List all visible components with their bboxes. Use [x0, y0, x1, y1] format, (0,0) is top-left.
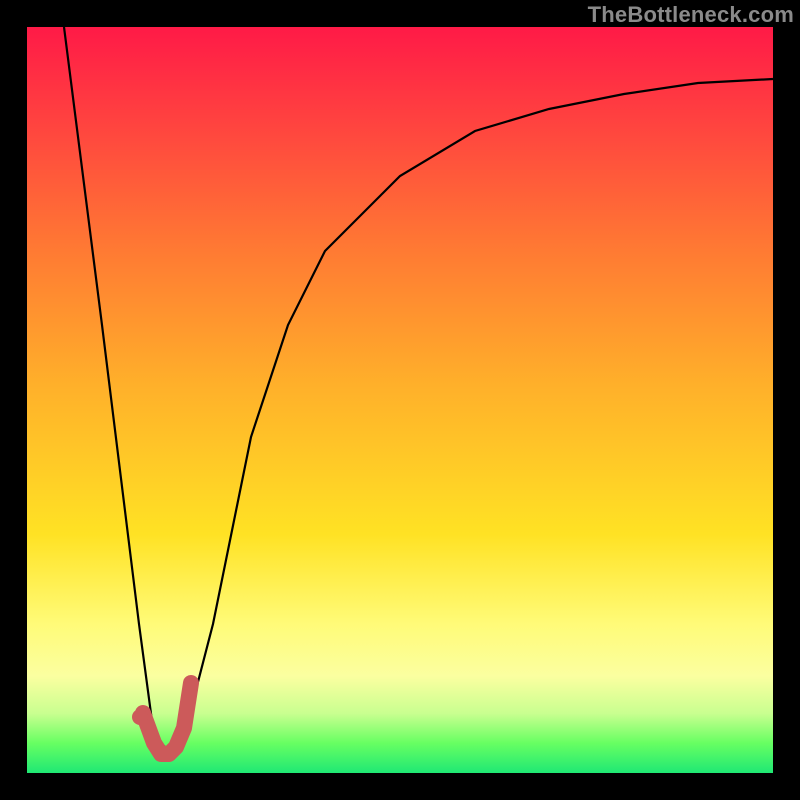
- bottleneck-line: [64, 27, 773, 751]
- plot-area: [27, 27, 773, 773]
- optimum-check-icon: [143, 683, 191, 754]
- outer-frame: TheBottleneck.com: [0, 0, 800, 800]
- chart-svg: [27, 27, 773, 773]
- optimum-dot: [132, 709, 148, 725]
- watermark-text: TheBottleneck.com: [588, 2, 794, 28]
